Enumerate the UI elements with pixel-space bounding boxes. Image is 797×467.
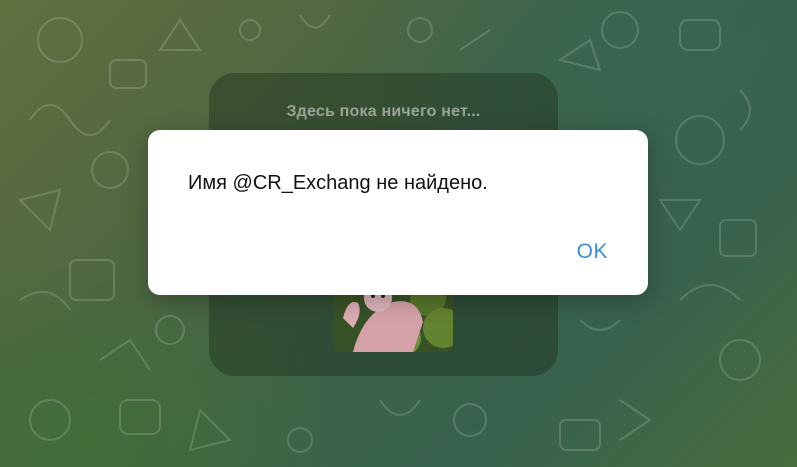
dialog-message: Имя @CR_Exchang не найдено. — [188, 172, 488, 194]
ok-button[interactable]: OK — [573, 238, 612, 266]
chat-background: Здесь пока ничего нет... Имя @CR_Exchang… — [0, 0, 797, 467]
alert-dialog: Имя @CR_Exchang не найдено. OK — [148, 130, 648, 295]
